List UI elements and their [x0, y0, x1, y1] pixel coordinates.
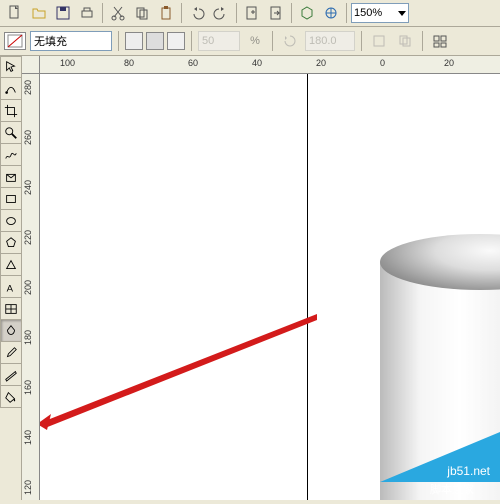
- canvas-area: 100 80 60 40 20 0 20 280 260 240 220 200…: [22, 56, 500, 500]
- ruler-tick: 20: [316, 58, 326, 68]
- table-tool[interactable]: [0, 298, 22, 320]
- chevron-down-icon: [398, 11, 406, 16]
- cut-button[interactable]: [107, 2, 129, 24]
- color-swatch-1[interactable]: [125, 32, 143, 50]
- separator: [118, 31, 119, 51]
- polygon-tool[interactable]: [0, 232, 22, 254]
- color-swatch-group: [125, 32, 185, 50]
- ruler-tick: 200: [23, 280, 33, 295]
- fill-tool[interactable]: [0, 386, 22, 408]
- copy-fill-button: [394, 30, 416, 52]
- fill-label: 无填充: [34, 33, 67, 49]
- svg-text:A: A: [7, 283, 14, 294]
- zoom-value: 150%: [354, 7, 382, 19]
- page-boundary: [307, 74, 308, 500]
- ruler-tick: 280: [23, 80, 33, 95]
- corel-online-button[interactable]: [320, 2, 342, 24]
- undo-button[interactable]: [186, 2, 208, 24]
- separator: [236, 3, 237, 23]
- separator: [422, 31, 423, 51]
- import-button[interactable]: [241, 2, 263, 24]
- watermark-name: 脚本之家: [430, 481, 474, 497]
- toolbox: A: [0, 56, 22, 500]
- ruler-tick: 260: [23, 130, 33, 145]
- property-bar: 无填充 50 % 180.0: [0, 27, 500, 56]
- color-swatch-3[interactable]: [167, 32, 185, 50]
- ruler-tick: 100: [60, 58, 75, 68]
- separator: [272, 31, 273, 51]
- freehand-tool[interactable]: [0, 144, 22, 166]
- shape-tool[interactable]: [0, 78, 22, 100]
- ruler-tick: 120: [23, 480, 33, 495]
- ruler-tick: 60: [188, 58, 198, 68]
- options-button[interactable]: [429, 30, 451, 52]
- ruler-tick: 240: [23, 180, 33, 195]
- separator: [361, 31, 362, 51]
- ruler-corner: [22, 56, 40, 74]
- app-launcher-button[interactable]: [296, 2, 318, 24]
- zoom-select[interactable]: 150%: [351, 3, 409, 23]
- crop-tool[interactable]: [0, 100, 22, 122]
- interactive-fill-tool[interactable]: [0, 320, 22, 342]
- color-swatch-2[interactable]: [146, 32, 164, 50]
- smart-fill-tool[interactable]: [0, 166, 22, 188]
- annotation-arrow: [40, 314, 317, 434]
- separator: [181, 3, 182, 23]
- ellipse-tool[interactable]: [0, 210, 22, 232]
- horizontal-ruler: 100 80 60 40 20 0 20: [40, 56, 500, 74]
- pick-tool[interactable]: [0, 56, 22, 78]
- fill-select[interactable]: 无填充: [30, 31, 112, 51]
- copy-button[interactable]: [131, 2, 153, 24]
- ruler-tick: 140: [23, 430, 33, 445]
- rotation-icon: [279, 30, 301, 52]
- rotation-field: 180.0: [305, 31, 355, 51]
- open-button[interactable]: [28, 2, 50, 24]
- vertical-ruler: 280 260 240 220 200 180 160 140 120: [22, 74, 40, 500]
- no-fill-icon: [7, 34, 23, 48]
- save-button[interactable]: [52, 2, 74, 24]
- drawing-canvas[interactable]: jb51.net 脚本之家: [40, 74, 500, 500]
- rotation-value: 180.0: [309, 35, 337, 47]
- separator: [102, 3, 103, 23]
- ruler-tick: 0: [380, 58, 385, 68]
- zoom-tool[interactable]: [0, 122, 22, 144]
- ruler-tick: 220: [23, 230, 33, 245]
- basic-shapes-tool[interactable]: [0, 254, 22, 276]
- ruler-tick: 160: [23, 380, 33, 395]
- export-button[interactable]: [265, 2, 287, 24]
- transparency-field: 50: [198, 31, 240, 51]
- separator: [191, 31, 192, 51]
- separator: [291, 3, 292, 23]
- main-toolbar: 150%: [0, 0, 500, 27]
- percent-icon: %: [244, 30, 266, 52]
- fill-swatch[interactable]: [4, 32, 26, 50]
- new-doc-button[interactable]: [4, 2, 26, 24]
- paste-button[interactable]: [155, 2, 177, 24]
- edit-fill-button: [368, 30, 390, 52]
- ruler-tick: 40: [252, 58, 262, 68]
- outline-tool[interactable]: [0, 364, 22, 386]
- rectangle-tool[interactable]: [0, 188, 22, 210]
- workspace: A 100 80 60 40 20 0 20 280 260 240 220 2…: [0, 56, 500, 500]
- print-button[interactable]: [76, 2, 98, 24]
- redo-button[interactable]: [210, 2, 232, 24]
- ruler-tick: 20: [444, 58, 454, 68]
- watermark-url: jb51.net: [447, 464, 490, 478]
- ruler-tick: 180: [23, 330, 33, 345]
- text-tool[interactable]: A: [0, 276, 22, 298]
- eyedropper-tool[interactable]: [0, 342, 22, 364]
- transparency-value: 50: [202, 35, 214, 47]
- ruler-tick: 80: [124, 58, 134, 68]
- separator: [346, 3, 347, 23]
